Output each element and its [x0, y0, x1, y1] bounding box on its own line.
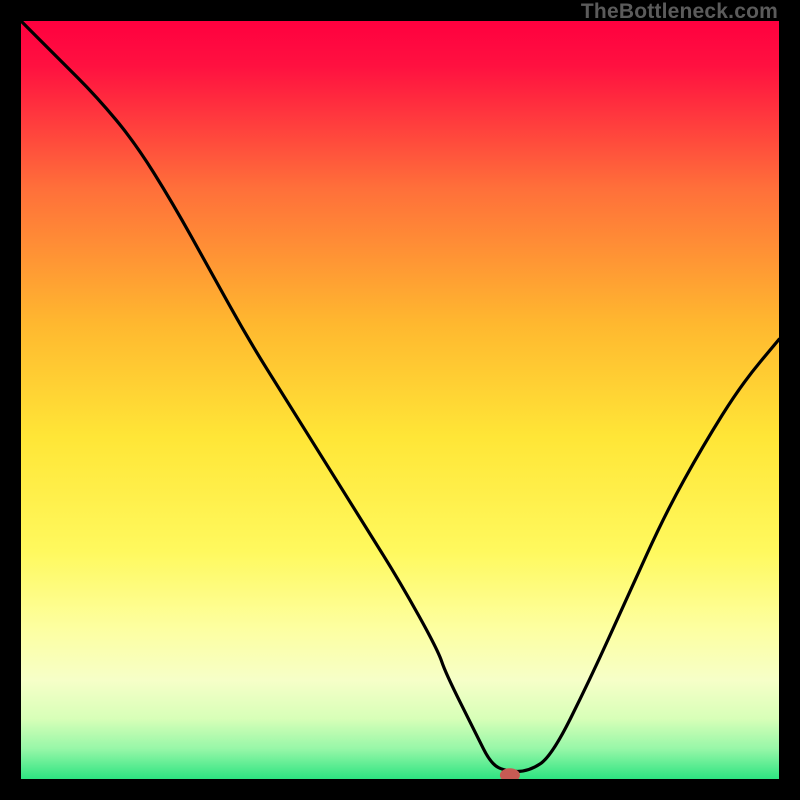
- gradient-background: [21, 21, 779, 779]
- chart-frame: TheBottleneck.com: [0, 0, 800, 800]
- bottleneck-chart: [21, 21, 779, 779]
